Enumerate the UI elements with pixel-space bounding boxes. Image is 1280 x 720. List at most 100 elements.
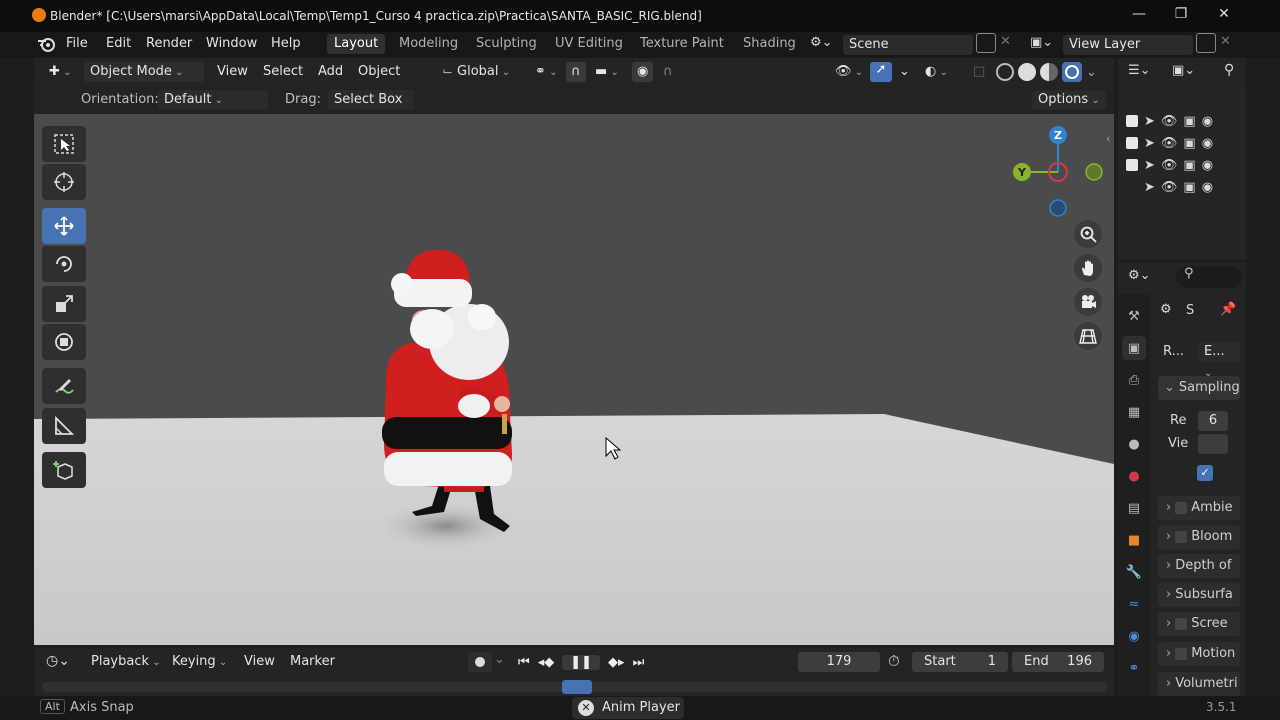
world-tab-icon[interactable]: ●	[1122, 464, 1146, 488]
view-layer-field[interactable]: View Layer	[1063, 35, 1193, 55]
delete-view-layer-icon[interactable]: ✕	[1220, 34, 1231, 49]
editor-type-icon[interactable]: ✚	[44, 62, 76, 82]
playhead[interactable]	[562, 680, 592, 694]
panel-checkbox[interactable]	[1175, 617, 1188, 630]
monitor-icon[interactable]: ▣	[1183, 180, 1195, 195]
eye-icon[interactable]: 👁	[1161, 180, 1178, 195]
mode-selector[interactable]: Object Mode	[84, 62, 204, 82]
view-layer-icon[interactable]: ▣⌄	[1030, 35, 1060, 55]
select-arrow-icon[interactable]: ➤	[1144, 180, 1155, 195]
checkbox-icon[interactable]	[1126, 115, 1138, 127]
sidebar-toggle-icon[interactable]: ‹	[1106, 132, 1110, 145]
denoise-checkbox[interactable]: ✓	[1197, 465, 1213, 481]
properties-search[interactable]: ⚲	[1176, 266, 1242, 288]
viewport-menu-view[interactable]: View	[212, 62, 253, 82]
cursor-tool[interactable]	[42, 164, 86, 200]
render-samples-field[interactable]: 6	[1198, 411, 1228, 431]
drag-select[interactable]: Select Box	[328, 90, 414, 110]
menu-file[interactable]: File	[60, 34, 94, 54]
scene-name-field[interactable]: Scene	[843, 35, 973, 55]
pivot-point-icon[interactable]: ⚭	[530, 62, 562, 82]
tab-uv-editing[interactable]: UV Editing	[548, 34, 630, 54]
restore-button[interactable]: ❐	[1170, 6, 1192, 26]
sampling-panel[interactable]: ⌄ Sampling	[1158, 376, 1240, 400]
pan-hand-icon[interactable]	[1074, 254, 1102, 282]
outliner-row[interactable]: ➤ 👁 ▣ ◉	[1126, 176, 1244, 198]
jump-to-keyframe-back-icon[interactable]: ◂◆	[538, 655, 555, 670]
camera-icon[interactable]: ◉	[1202, 180, 1213, 195]
select-arrow-icon[interactable]: ➤	[1144, 114, 1155, 129]
motion-blur-panel[interactable]: › Motion	[1158, 642, 1240, 666]
minimize-button[interactable]: —	[1128, 6, 1150, 26]
annotate-tool[interactable]	[42, 368, 86, 404]
scene-tab-icon[interactable]: ●	[1122, 432, 1146, 456]
outliner-search-icon[interactable]: ⚲	[1224, 62, 1234, 78]
gizmo-toggle-icon[interactable]: ➚	[870, 62, 892, 82]
modifier-tab-icon[interactable]: 🔧	[1122, 560, 1146, 584]
viewport-menu-select[interactable]: Select	[258, 62, 308, 82]
jump-to-end-icon[interactable]: ⏭	[633, 655, 645, 670]
timeline-editor-type-icon[interactable]: ◷⌄	[46, 653, 70, 669]
new-scene-icon[interactable]	[976, 33, 996, 53]
viewport-menu-object[interactable]: Object	[353, 62, 405, 82]
solid-shading-icon[interactable]	[1018, 63, 1036, 81]
jump-to-start-icon[interactable]: ⏮	[518, 655, 530, 670]
measure-tool[interactable]	[42, 408, 86, 444]
outliner-row[interactable]: ➤ 👁 ▣ ◉	[1126, 154, 1244, 176]
menu-render[interactable]: Render	[140, 34, 198, 54]
menu-window[interactable]: Window	[200, 34, 263, 54]
physics-tab-icon[interactable]: ◉	[1122, 624, 1146, 648]
blender-menu-icon[interactable]	[36, 35, 56, 53]
monitor-icon[interactable]: ▣	[1183, 114, 1195, 129]
panel-checkbox[interactable]	[1175, 647, 1188, 660]
rendered-shading-icon[interactable]	[1062, 62, 1082, 82]
viewport-samples-field[interactable]	[1198, 434, 1228, 454]
pause-icon[interactable]: ❚❚	[562, 654, 601, 670]
pin-icon[interactable]: 📌	[1220, 302, 1236, 317]
select-box-tool[interactable]	[42, 126, 86, 162]
zoom-icon[interactable]	[1074, 220, 1102, 248]
timeline-menu-keying[interactable]: Keying	[167, 652, 232, 672]
camera-view-icon[interactable]	[1074, 288, 1102, 316]
close-button[interactable]: ✕	[1213, 6, 1235, 26]
screen-space-panel[interactable]: › Scree	[1158, 612, 1240, 636]
perspective-toggle-icon[interactable]	[1074, 322, 1102, 350]
3d-viewport[interactable]: Z Y ‹	[34, 114, 1114, 645]
tool-settings-tab-icon[interactable]: ⚒	[1122, 304, 1146, 328]
cancel-icon[interactable]: ✕	[578, 700, 594, 716]
tab-modeling[interactable]: Modeling	[392, 34, 465, 54]
tab-texture-paint[interactable]: Texture Paint	[633, 34, 731, 54]
menu-help[interactable]: Help	[265, 34, 307, 54]
snap-toggle-icon[interactable]: ∩	[566, 62, 586, 82]
new-view-layer-icon[interactable]	[1196, 33, 1216, 53]
subsurface-panel[interactable]: › Subsurfa	[1158, 583, 1240, 607]
display-mode-icon[interactable]: ▣⌄	[1172, 63, 1195, 78]
timeline-menu-marker[interactable]: Marker	[285, 652, 340, 672]
visibility-icon[interactable]: 👁	[830, 62, 868, 82]
navigation-gizmo[interactable]: Z Y	[1004, 124, 1104, 224]
render-engine-select[interactable]: E...	[1198, 342, 1240, 362]
camera-icon[interactable]: ◉	[1202, 136, 1213, 151]
monitor-icon[interactable]: ▣	[1183, 136, 1195, 151]
select-arrow-icon[interactable]: ➤	[1144, 158, 1155, 173]
constraints-tab-icon[interactable]: ⚭	[1122, 656, 1146, 680]
ambient-occlusion-panel[interactable]: › Ambie	[1158, 496, 1240, 520]
scale-tool[interactable]	[42, 286, 86, 322]
render-tab-icon[interactable]: ▣	[1122, 336, 1146, 360]
select-arrow-icon[interactable]: ➤	[1144, 136, 1155, 151]
rotate-tool[interactable]	[42, 246, 86, 282]
eye-icon[interactable]: 👁	[1161, 136, 1178, 151]
start-frame-field[interactable]: Start 1	[912, 652, 1008, 672]
gizmo-dropdown-icon[interactable]: ⌄	[894, 62, 915, 82]
tab-sculpting[interactable]: Sculpting	[469, 34, 544, 54]
monitor-icon[interactable]: ▣	[1183, 158, 1195, 173]
material-shading-icon[interactable]	[1040, 63, 1058, 81]
anim-player-notification[interactable]: ✕ Anim Player	[572, 697, 684, 719]
volumetrics-panel[interactable]: › Volumetri	[1158, 672, 1240, 696]
object-tab-icon[interactable]: ■	[1122, 528, 1146, 552]
outliner-row[interactable]: ➤ 👁 ▣ ◉	[1126, 110, 1244, 132]
proportional-edit-icon[interactable]: ◉	[632, 62, 654, 82]
current-frame-field[interactable]: 179	[798, 652, 880, 672]
wireframe-shading-icon[interactable]	[996, 63, 1014, 81]
eye-icon[interactable]: 👁	[1161, 114, 1178, 129]
